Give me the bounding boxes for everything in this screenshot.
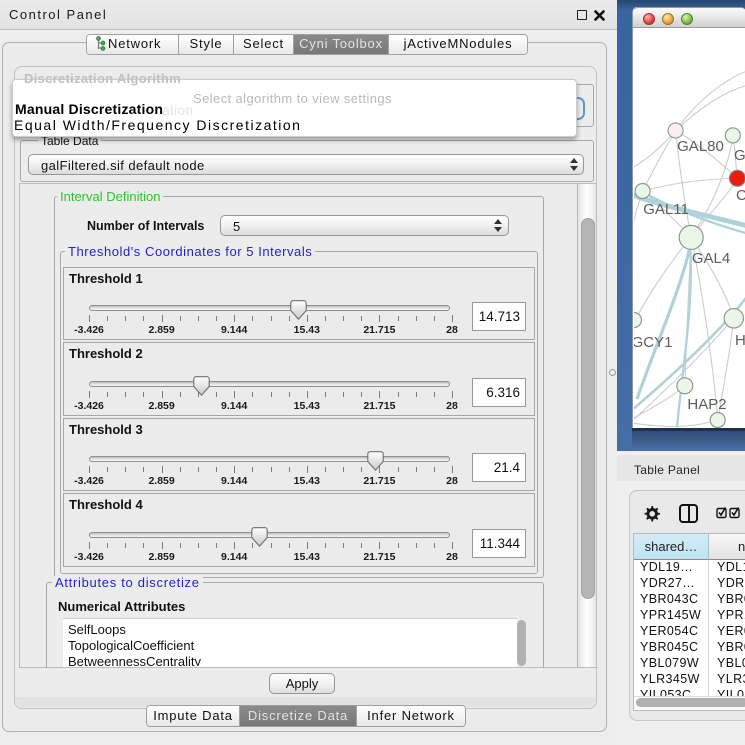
svg-text:GA: GA (734, 147, 745, 164)
svg-text:H: H (735, 332, 745, 349)
svg-text:HAP2: HAP2 (687, 396, 726, 413)
svg-text:C: C (736, 187, 745, 204)
svg-text:GAL80: GAL80 (677, 138, 724, 155)
svg-text:GCY1: GCY1 (634, 334, 672, 351)
svg-text:GAL4: GAL4 (692, 250, 730, 267)
svg-text:GAL11: GAL11 (643, 201, 689, 218)
